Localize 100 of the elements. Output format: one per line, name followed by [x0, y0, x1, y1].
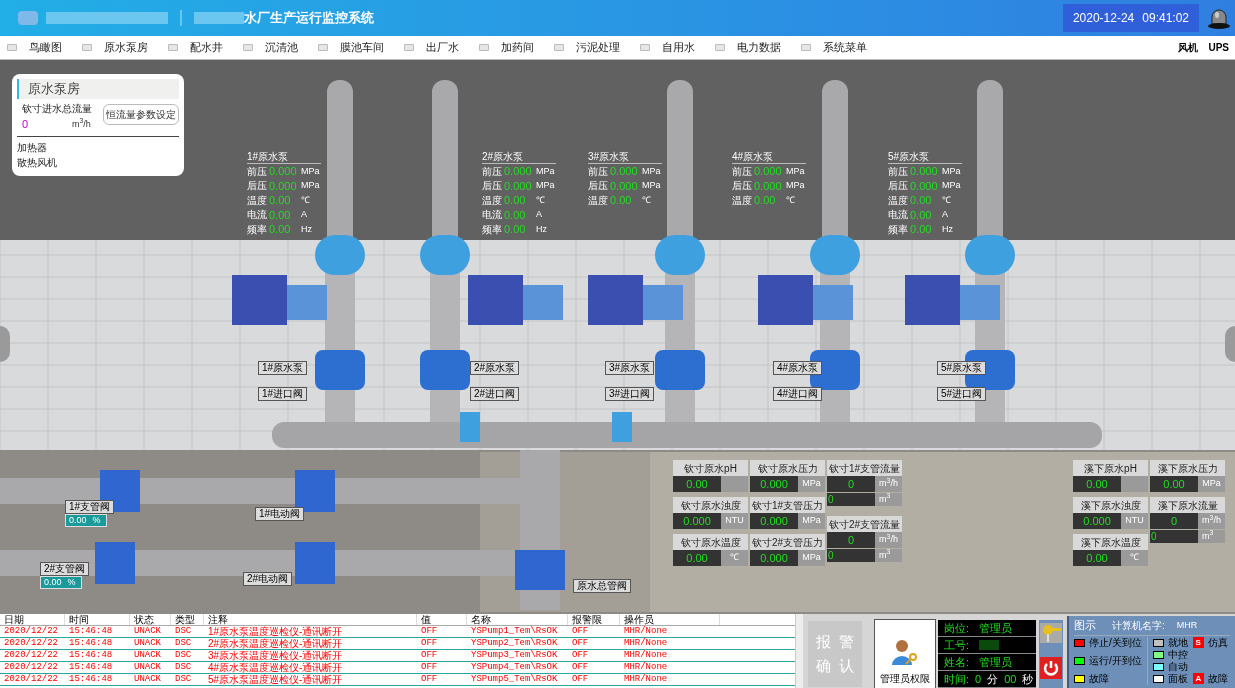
pump-title: 2#原水泵 [482, 150, 556, 164]
menu-item[interactable]: 出厂水 [404, 39, 459, 56]
legend-label: 运行/开到位 [1089, 654, 1142, 667]
column-header: 操作员 [620, 614, 720, 625]
table-cell-text: 15:46:48 [68, 662, 114, 673]
unit-label: ℃ [642, 193, 651, 207]
legend-label: 自动 [1167, 660, 1188, 673]
table-cell-text: UNACK [133, 674, 162, 685]
pump-title: 1#原水泵 [247, 150, 321, 164]
param-label: 温度 [588, 193, 609, 208]
unit-label: Hz [536, 222, 547, 236]
alarm-lamp-icon [1207, 6, 1231, 30]
blurred-region [979, 640, 1000, 650]
admin-button[interactable]: 管理员权限 [874, 619, 936, 688]
param-value: 0.00 [910, 207, 933, 223]
param-value: 0.000 [610, 178, 639, 194]
legend-label: 仿真 [1207, 636, 1228, 649]
menu-item[interactable]: 鸟瞰图 [7, 39, 62, 56]
menu-item[interactable]: 污泥处理 [554, 39, 620, 56]
param-label: 温度 [247, 193, 268, 208]
table-cell-text: UNACK [133, 626, 162, 637]
unit-label: MPa [798, 476, 825, 492]
menu-item[interactable]: 系统菜单 [801, 39, 867, 56]
legend-label: 故障 [1089, 672, 1109, 685]
equipment-tag: 4#进口阀 [773, 387, 823, 401]
field-label: 时间: [944, 671, 970, 687]
param-value: 0.000 [910, 178, 939, 194]
instrument-label: 钦寸1#支管压力 [750, 497, 825, 513]
column-header: 值 [417, 614, 467, 625]
menu-item[interactable]: 原水泵房 [82, 39, 148, 56]
app-title: 水厂生产运行监控系统 [244, 9, 374, 28]
menu-item[interactable]: 配水井 [168, 39, 223, 56]
unit-label: ℃ [1121, 550, 1148, 566]
table-cell-text: UNACK [133, 662, 162, 673]
param-value: 0.00 [269, 193, 292, 208]
param-value: 0.00 [754, 193, 777, 208]
key-icon[interactable] [1040, 623, 1062, 643]
column-header: 名称 [467, 614, 568, 625]
param-value: 0.00 [610, 193, 633, 208]
totalizer-value: 0 [827, 493, 875, 506]
table-cell-text: DSC [174, 650, 193, 661]
column-header: 报警限 [568, 614, 620, 625]
menu-item[interactable]: 加药间 [479, 39, 534, 56]
table-cell-text: OFF [420, 674, 439, 685]
scrollbar[interactable] [795, 614, 803, 688]
field-label: 钦寸进水总流量 [21, 102, 92, 116]
field-label: 岗位: [944, 620, 970, 636]
menu-item[interactable]: 电力数据 [715, 39, 781, 56]
unit-label: MPa [786, 164, 805, 178]
instrument-value: 0 [827, 532, 875, 548]
power-icon[interactable] [1040, 657, 1062, 679]
unit-label: NTU [1121, 513, 1148, 529]
unit-label: MPa [942, 179, 961, 192]
table-cell-text: 2020/12/22 [3, 674, 59, 685]
menu-item[interactable]: 沉清池 [243, 39, 298, 56]
unit-label: ℃ [536, 193, 545, 207]
param-value: 0.000 [269, 178, 298, 194]
column-header: 类型 [171, 614, 204, 625]
legend-label: 故障 [1207, 672, 1228, 685]
param-value: 0.000 [910, 164, 939, 179]
setting-button[interactable]: 恒流量参数设定 [103, 104, 179, 125]
menu-item[interactable]: 膜池车间 [318, 39, 384, 56]
unit-label: MPa [536, 179, 555, 192]
valve-tag: 1#支管阀 [65, 500, 115, 514]
instrument-value: 0.000 [1073, 513, 1121, 529]
valve-tag: 2#支管阀 [40, 562, 90, 576]
param-label: 温度 [732, 193, 753, 208]
totalizer-value: 0 [1150, 530, 1198, 543]
param-label: 频率 [247, 222, 268, 237]
unit-label: m$^{3}$/h [875, 532, 902, 548]
param-label: 温度 [888, 193, 909, 208]
unit-label: MPa [942, 164, 961, 178]
instrument-label: 钦寸原水浊度 [673, 497, 748, 513]
unit-label: MPa [798, 513, 825, 529]
pump-title: 3#原水泵 [588, 150, 662, 164]
unit-label: ℃ [721, 550, 748, 566]
menu-item[interactable]: 自用水 [640, 39, 695, 56]
legend-label: 中控 [1167, 648, 1188, 661]
param-value: 0.000 [754, 178, 783, 194]
table-cell-text: DSC [174, 626, 193, 637]
valve-reading: 0.00 % [65, 514, 107, 527]
user-key-icon [890, 637, 920, 667]
valve-tag: 原水总管阀 [573, 579, 631, 593]
instrument-label: 钦寸2#支管压力 [750, 534, 825, 550]
equipment-tag: 2#进口阀 [470, 387, 520, 401]
table-cell-text: DSC [174, 638, 193, 649]
param-value: 0.00 [269, 207, 292, 223]
instrument-label: 溪下原水浊度 [1073, 497, 1148, 513]
table-cell-text: 15:46:48 [68, 638, 114, 649]
table-cell-text: MHR/None [623, 674, 669, 685]
status-link[interactable]: UPS [1208, 40, 1229, 55]
unit-label: Hz [301, 222, 312, 236]
table-cell-text: YSPump3_Tem\RsOK [470, 650, 559, 661]
legend-label: 就地 [1167, 636, 1188, 649]
status-link[interactable]: 风机 [1178, 40, 1199, 55]
instrument-label: 钦寸2#支管流量 [827, 516, 902, 532]
column-header: 日期 [0, 614, 65, 625]
field-label: 秒 [1022, 671, 1034, 687]
param-label: 后压 [732, 179, 753, 194]
table-cell-text: YSPump1_Tem\RsOK [470, 626, 559, 637]
